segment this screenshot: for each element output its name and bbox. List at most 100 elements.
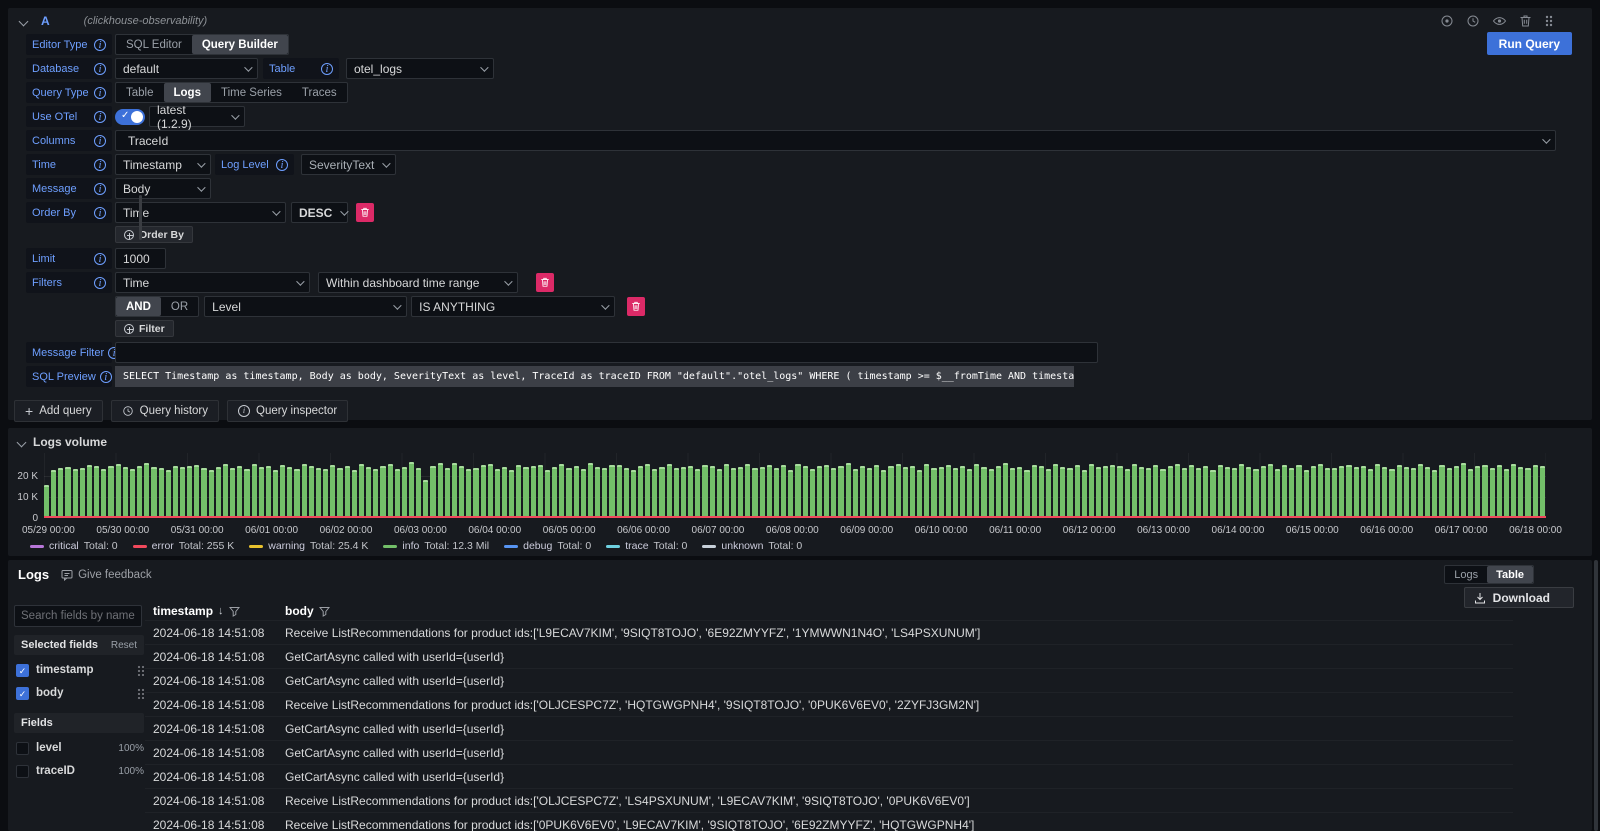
logs-volume-chart[interactable] [44, 453, 1546, 518]
legend-item-error[interactable]: errorTotal: 255 K [133, 540, 235, 552]
table-select[interactable]: otel_logs [346, 58, 494, 79]
info-icon[interactable]: i [321, 63, 333, 75]
info-icon[interactable]: i [94, 159, 106, 171]
database-select[interactable]: default [115, 58, 258, 79]
timestamp-column-header[interactable]: timestamp [153, 604, 213, 618]
volume-bar [337, 468, 342, 516]
remove-filter-button[interactable] [536, 273, 554, 292]
filter-funnel-icon[interactable] [229, 606, 240, 617]
collapse-chevron-icon[interactable] [19, 16, 29, 26]
editor-type-option-builder[interactable]: Query Builder [192, 35, 288, 54]
trash-icon[interactable] [1519, 14, 1532, 28]
volume-bar [252, 464, 257, 516]
panel-collapse-chevron-icon[interactable] [17, 437, 27, 447]
time-column-select[interactable]: Timestamp [115, 154, 211, 175]
or-option[interactable]: OR [161, 297, 198, 316]
sidebar-scrollbar[interactable] [139, 195, 142, 240]
x-axis-tick: 06/12 00:00 [1063, 525, 1116, 536]
query-type-option-timeseries[interactable]: Time Series [211, 83, 292, 102]
query-inspector-button[interactable]: iQuery inspector [227, 400, 348, 422]
legend-item-debug[interactable]: debugTotal: 0 [504, 540, 591, 552]
legend-item-critical[interactable]: criticalTotal: 0 [30, 540, 118, 552]
query-type-option-table[interactable]: Table [116, 83, 164, 102]
add-filter-button[interactable]: Filter [115, 320, 174, 337]
columns-multiselect[interactable]: TraceId [115, 130, 1556, 151]
order-by-direction-select[interactable]: DESC [291, 202, 348, 223]
info-icon[interactable]: i [94, 87, 106, 99]
info-icon[interactable]: i [94, 207, 106, 219]
table-row[interactable]: 2024-06-18 14:51:08Receive ListRecommend… [145, 812, 1513, 831]
selected-field-body[interactable]: ✓body [16, 685, 144, 701]
query-type-option-traces[interactable]: Traces [292, 83, 347, 102]
add-order-by-button[interactable]: Order By [115, 226, 193, 243]
trash-icon [631, 301, 641, 312]
view-option-logs[interactable]: Logs [1445, 566, 1487, 583]
selected-field-timestamp[interactable]: ✓timestamp [16, 662, 144, 678]
legend-item-info[interactable]: infoTotal: 12.3 Mil [383, 540, 489, 552]
legend-item-warning[interactable]: warningTotal: 25.4 K [249, 540, 368, 552]
table-row[interactable]: 2024-06-18 14:51:08Receive ListRecommend… [145, 692, 1513, 716]
and-option[interactable]: AND [116, 297, 161, 316]
filter-funnel-icon[interactable] [319, 606, 330, 617]
copy-query-icon[interactable] [1440, 14, 1454, 28]
sub-filter-operator-select[interactable]: IS ANYTHING [411, 296, 615, 317]
table-row[interactable]: 2024-06-18 14:51:08Receive ListRecommend… [145, 620, 1513, 644]
available-field-traceID[interactable]: traceID100% [16, 763, 144, 779]
table-row[interactable]: 2024-06-18 14:51:08GetCartAsync called w… [145, 668, 1513, 692]
info-icon[interactable]: i [94, 135, 106, 147]
checkbox-unchecked[interactable] [16, 742, 29, 755]
legend-item-trace[interactable]: traceTotal: 0 [606, 540, 687, 552]
remove-order-by-button[interactable] [356, 203, 374, 222]
checkbox-checked[interactable]: ✓ [16, 664, 29, 677]
filter-operator-select[interactable]: Within dashboard time range [318, 272, 518, 293]
query-type-option-logs[interactable]: Logs [164, 83, 211, 102]
volume-bar [1189, 465, 1194, 516]
table-row[interactable]: 2024-06-18 14:51:08Receive ListRecommend… [145, 788, 1513, 812]
remove-sub-filter-button[interactable] [627, 297, 645, 316]
otel-version-select[interactable]: latest (1.2.9) [149, 106, 245, 127]
info-icon[interactable]: i [94, 39, 106, 51]
volume-bar [1096, 467, 1101, 516]
drag-handle-icon[interactable] [137, 665, 144, 676]
checkbox-checked[interactable]: ✓ [16, 687, 29, 700]
volume-bar [1404, 467, 1409, 516]
run-query-button[interactable]: Run Query [1487, 32, 1572, 55]
info-icon[interactable]: i [276, 159, 288, 171]
table-row[interactable]: 2024-06-18 14:51:08GetCartAsync called w… [145, 740, 1513, 764]
drag-handle-icon[interactable] [137, 688, 144, 699]
history-icon[interactable] [1466, 14, 1480, 28]
info-icon[interactable]: i [94, 111, 106, 123]
legend-item-unknown[interactable]: unknownTotal: 0 [702, 540, 802, 552]
volume-bar [352, 470, 357, 516]
give-feedback-link[interactable]: Give feedback [61, 569, 152, 581]
table-row[interactable]: 2024-06-18 14:51:08GetCartAsync called w… [145, 764, 1513, 788]
sub-filter-field-select[interactable]: Level [204, 296, 407, 317]
editor-type-option-sql[interactable]: SQL Editor [116, 35, 192, 54]
log-level-select[interactable]: SeverityText [301, 154, 396, 175]
info-icon[interactable]: i [94, 183, 106, 195]
table-row[interactable]: 2024-06-18 14:51:08GetCartAsync called w… [145, 716, 1513, 740]
eye-icon[interactable] [1492, 14, 1507, 28]
use-otel-toggle[interactable]: ✓ [115, 109, 145, 125]
volume-bar [967, 469, 972, 516]
checkbox-unchecked[interactable] [16, 765, 29, 778]
add-query-button[interactable]: +Add query [14, 400, 103, 422]
sort-desc-icon[interactable]: ↓ [218, 605, 224, 617]
reset-button[interactable]: Reset [111, 640, 137, 651]
body-column-header[interactable]: body [285, 604, 314, 618]
message-filter-input[interactable] [115, 342, 1098, 363]
available-field-level[interactable]: level100% [16, 740, 144, 756]
drag-handle-icon[interactable] [1544, 14, 1554, 28]
table-row[interactable]: 2024-06-18 14:51:08GetCartAsync called w… [145, 644, 1513, 668]
info-icon[interactable]: i [94, 253, 106, 265]
info-icon[interactable]: i [94, 63, 106, 75]
search-fields-input[interactable] [14, 605, 142, 627]
message-column-select[interactable]: Body [115, 178, 211, 199]
info-icon[interactable]: i [94, 277, 106, 289]
limit-input[interactable] [115, 248, 166, 269]
filter-field-select[interactable]: Time [115, 272, 310, 293]
vertical-scrollbar[interactable] [1594, 560, 1598, 831]
info-icon[interactable]: i [100, 371, 112, 383]
view-option-table[interactable]: Table [1487, 566, 1533, 583]
query-history-button[interactable]: Query history [111, 400, 219, 422]
